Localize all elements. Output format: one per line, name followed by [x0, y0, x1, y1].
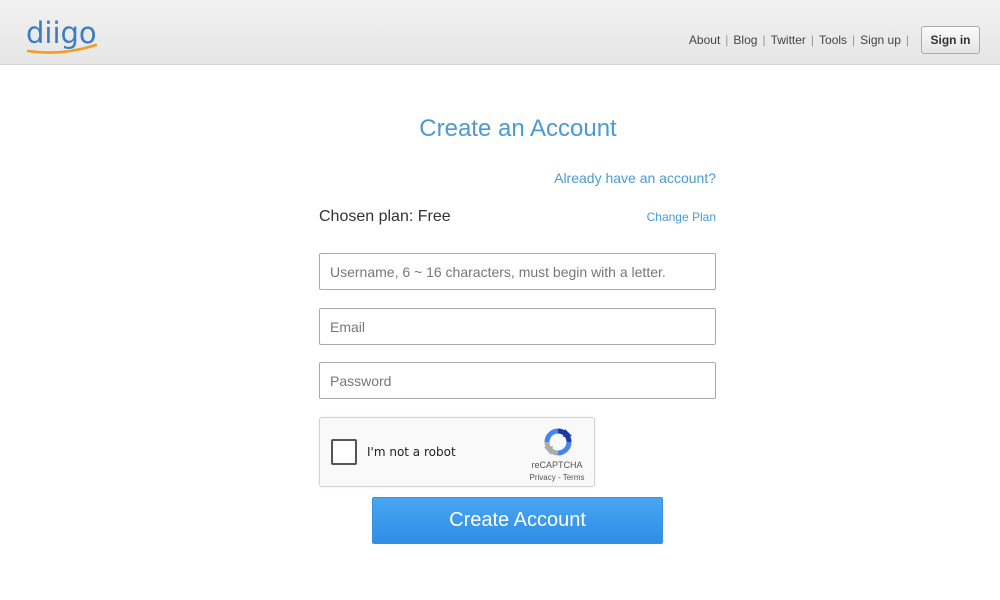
top-nav: About | Blog | Twitter | Tools | Sign up | — [689, 33, 914, 47]
recaptcha-privacy-link[interactable]: Privacy — [530, 473, 556, 482]
nav-separator: | — [762, 33, 766, 47]
already-have-account-link[interactable]: Already have an account? — [320, 170, 716, 186]
nav-separator: | — [905, 33, 909, 47]
change-plan-link[interactable]: Change Plan — [600, 210, 716, 224]
chosen-plan-label: Chosen plan: Free — [319, 208, 451, 225]
recaptcha-widget: I'm not a robot reCAPTCHA Privacy - Term… — [319, 417, 595, 487]
top-bar: diigo About | Blog | Twitter | Tools | Sign up | … — [0, 0, 1000, 65]
password-input[interactable] — [319, 362, 716, 399]
recaptcha-links: Privacy - Terms — [529, 473, 585, 482]
nav-separator: | — [810, 33, 815, 47]
recaptcha-brand: reCAPTCHA — [531, 460, 583, 470]
nav-blog-link[interactable]: Blog — [733, 33, 757, 47]
nav-separator: | — [725, 33, 729, 47]
page-title: Create an Account — [419, 115, 617, 142]
recaptcha-logo-icon — [544, 428, 572, 456]
username-input[interactable] — [319, 253, 716, 290]
diigo-logo[interactable]: diigo — [26, 18, 106, 58]
email-input[interactable] — [319, 308, 716, 345]
nav-signup-link[interactable]: Sign up — [860, 33, 901, 47]
nav-tools-link[interactable]: Tools — [819, 33, 847, 47]
create-account-button[interactable]: Create Account — [372, 497, 663, 544]
recaptcha-terms-link[interactable]: Terms — [563, 473, 585, 482]
sign-in-button[interactable]: Sign in — [921, 26, 980, 54]
nav-separator: | — [852, 33, 856, 47]
recaptcha-label: I'm not a robot — [367, 445, 456, 459]
logo-swoosh-icon — [26, 43, 98, 54]
nav-twitter-link[interactable]: Twitter — [771, 33, 806, 47]
nav-about-link[interactable]: About — [689, 33, 720, 47]
recaptcha-checkbox[interactable] — [331, 439, 357, 465]
